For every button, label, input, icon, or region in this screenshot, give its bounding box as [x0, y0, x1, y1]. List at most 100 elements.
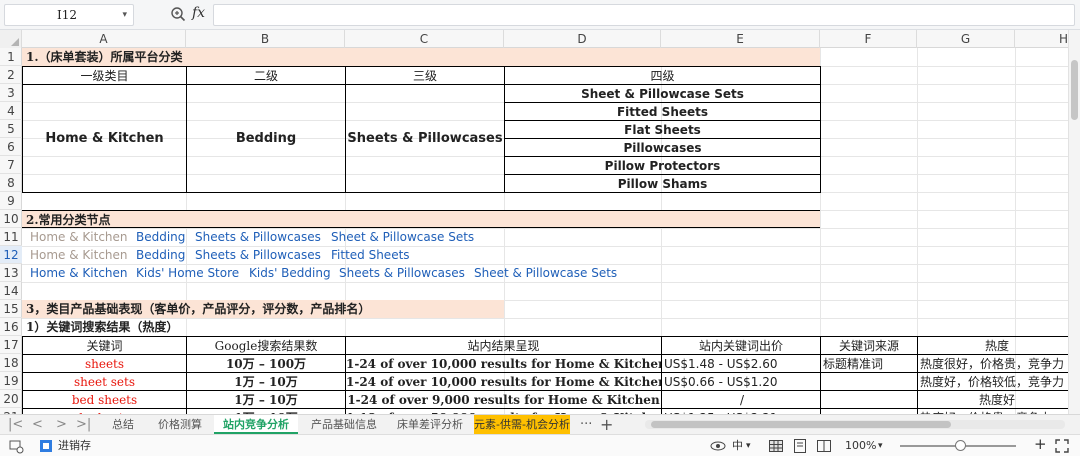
table-header-cell[interactable]: 站内关键词出价 — [661, 336, 821, 355]
table-cell[interactable]: US$0.66 - US$1.20 — [661, 372, 821, 391]
breadcrumb-link[interactable]: Sheet & Pillowcase Sets — [474, 264, 617, 282]
normal-view-icon[interactable] — [768, 438, 784, 454]
row-header[interactable]: 6 — [0, 138, 22, 156]
row-header[interactable]: 12 — [0, 246, 22, 264]
select-all-corner[interactable] — [0, 30, 22, 48]
row-header[interactable]: 1 — [0, 48, 22, 66]
name-box[interactable]: I12 ▾ — [4, 4, 134, 26]
breadcrumb-link[interactable]: Home & Kitchen — [30, 228, 128, 246]
table-cell[interactable]: sheet sets — [22, 372, 187, 391]
breadcrumb-link[interactable]: Kids' Bedding — [249, 264, 331, 282]
breadcrumb-link[interactable]: Home & Kitchen — [30, 264, 128, 282]
header-cell[interactable]: 四级 — [504, 66, 821, 85]
column-header[interactable]: A — [22, 30, 186, 48]
table-cell[interactable]: bed sheets — [22, 390, 187, 409]
table-cell[interactable]: / — [661, 390, 821, 409]
tab-product-info[interactable]: 产品基础信息 — [302, 415, 386, 434]
last-sheet-icon[interactable]: >| — [76, 415, 91, 435]
breadcrumb-link[interactable]: Kids' Home Store — [136, 264, 239, 282]
table-cell[interactable]: 热度好 — [917, 390, 1068, 409]
header-cell[interactable]: 三级 — [345, 66, 505, 85]
row-header[interactable]: 13 — [0, 264, 22, 282]
table-cell[interactable]: 1万 – 10万 — [186, 390, 346, 409]
vertical-scrollbar[interactable] — [1068, 30, 1080, 414]
row-header[interactable]: 10 — [0, 210, 22, 228]
horizontal-scrollbar[interactable] — [645, 420, 1065, 429]
scrollbar-thumb[interactable] — [651, 421, 951, 428]
zoom-magnifier-icon[interactable] — [170, 6, 186, 22]
row-header[interactable]: 5 — [0, 120, 22, 138]
merged-category-cell[interactable]: Home & Kitchen — [22, 84, 187, 193]
header-cell[interactable]: 二级 — [186, 66, 346, 85]
level4-cell[interactable]: Pillow Shams — [504, 174, 821, 193]
zoom-in-icon[interactable]: + — [1034, 436, 1047, 452]
table-cell[interactable]: 1万 – 10万 — [186, 372, 346, 391]
table-cell[interactable] — [820, 372, 918, 391]
add-sheet-icon[interactable]: + — [600, 415, 613, 435]
tab-review-analysis[interactable]: 床单差评分析 — [390, 415, 470, 434]
level4-cell[interactable]: Sheet & Pillowcase Sets — [504, 84, 821, 103]
table-cell[interactable]: 10万 – 100万 — [186, 354, 346, 373]
section-title-cell[interactable]: 1.（床单套装）所属平台分类 — [22, 48, 820, 66]
table-cell[interactable]: 1-24 of over 9,000 results for Home & Ki… — [345, 390, 662, 409]
row-header[interactable]: 15 — [0, 300, 22, 318]
column-header[interactable]: D — [504, 30, 661, 48]
row-header[interactable]: 19 — [0, 372, 22, 390]
table-header-cell[interactable]: 站内结果呈现 — [345, 336, 662, 355]
table-cell[interactable]: 1-24 of over 10,000 results for Home & K… — [345, 354, 662, 373]
column-header[interactable]: B — [186, 30, 345, 48]
row-header[interactable]: 11 — [0, 228, 22, 246]
breadcrumb-link[interactable]: Home & Kitchen — [30, 246, 128, 264]
table-cell[interactable] — [820, 390, 918, 409]
table-header-cell[interactable]: 关键词来源 — [820, 336, 918, 355]
input-method-label[interactable]: 中 — [732, 438, 743, 454]
eye-icon[interactable] — [710, 438, 726, 454]
prev-sheet-icon[interactable]: < — [32, 415, 43, 435]
zoom-slider-knob[interactable] — [955, 440, 966, 451]
zoom-level[interactable]: 100% — [845, 438, 876, 454]
row-header[interactable]: 2 — [0, 66, 22, 84]
row-header[interactable]: 17 — [0, 336, 22, 354]
breadcrumb-link[interactable]: Sheets & Pillowcases — [339, 264, 465, 282]
status-label[interactable]: 进销存 — [58, 438, 91, 454]
merged-category-cell[interactable]: Bedding — [186, 84, 346, 193]
next-sheet-icon[interactable]: > — [56, 415, 67, 435]
tab-opportunity-analysis[interactable]: 元素-供需-机会分析 — [474, 415, 570, 434]
breadcrumb-link[interactable]: Fitted Sheets — [331, 246, 410, 264]
table-header-cell[interactable]: 热度 — [917, 336, 1068, 355]
breadcrumb-link[interactable]: Bedding — [136, 228, 185, 246]
row-header[interactable]: 4 — [0, 102, 22, 120]
page-break-icon[interactable] — [816, 438, 832, 454]
column-header[interactable]: C — [345, 30, 504, 48]
macro-icon[interactable] — [8, 438, 24, 454]
header-cell[interactable]: 一级类目 — [22, 66, 187, 85]
table-cell[interactable]: 1-24 of over 10,000 results for Home & K… — [345, 372, 662, 391]
subsection-title-cell[interactable]: 1）关键词搜索结果（热度） — [22, 318, 504, 336]
fullscreen-icon[interactable] — [1054, 438, 1070, 454]
tab-summary[interactable]: 总结 — [100, 415, 146, 434]
breadcrumb-link[interactable]: Sheets & Pillowcases — [195, 228, 321, 246]
chevron-down-icon[interactable]: ▾ — [122, 5, 127, 25]
row-header[interactable]: 16 — [0, 318, 22, 336]
row-header[interactable]: 7 — [0, 156, 22, 174]
row-header[interactable]: 20 — [0, 390, 22, 408]
breadcrumb-link[interactable]: Bedding — [136, 246, 185, 264]
scrollbar-thumb[interactable] — [1071, 60, 1078, 120]
more-tabs-icon[interactable]: ··· — [580, 415, 592, 435]
table-header-cell[interactable]: 关键词 — [22, 336, 187, 355]
page-layout-icon[interactable] — [792, 438, 808, 454]
table-cell[interactable]: 标题精准词 — [820, 354, 918, 373]
section-title-cell[interactable]: 2.常用分类节点 — [22, 210, 820, 228]
row-header[interactable]: 3 — [0, 84, 22, 102]
fx-icon[interactable]: fx — [192, 5, 205, 21]
table-cell[interactable]: 热度很好，价格贵，竞争力 — [917, 354, 1068, 373]
level4-cell[interactable]: Flat Sheets — [504, 120, 821, 139]
first-sheet-icon[interactable]: |< — [8, 415, 23, 435]
column-header[interactable]: F — [820, 30, 917, 48]
table-header-cell[interactable]: Google搜索结果数 — [186, 336, 346, 355]
column-header[interactable]: E — [661, 30, 820, 48]
table-cell[interactable]: sheets — [22, 354, 187, 373]
row-header[interactable]: 9 — [0, 192, 22, 210]
column-header[interactable]: H — [1015, 30, 1068, 48]
chevron-down-icon[interactable]: ▾ — [746, 438, 751, 454]
